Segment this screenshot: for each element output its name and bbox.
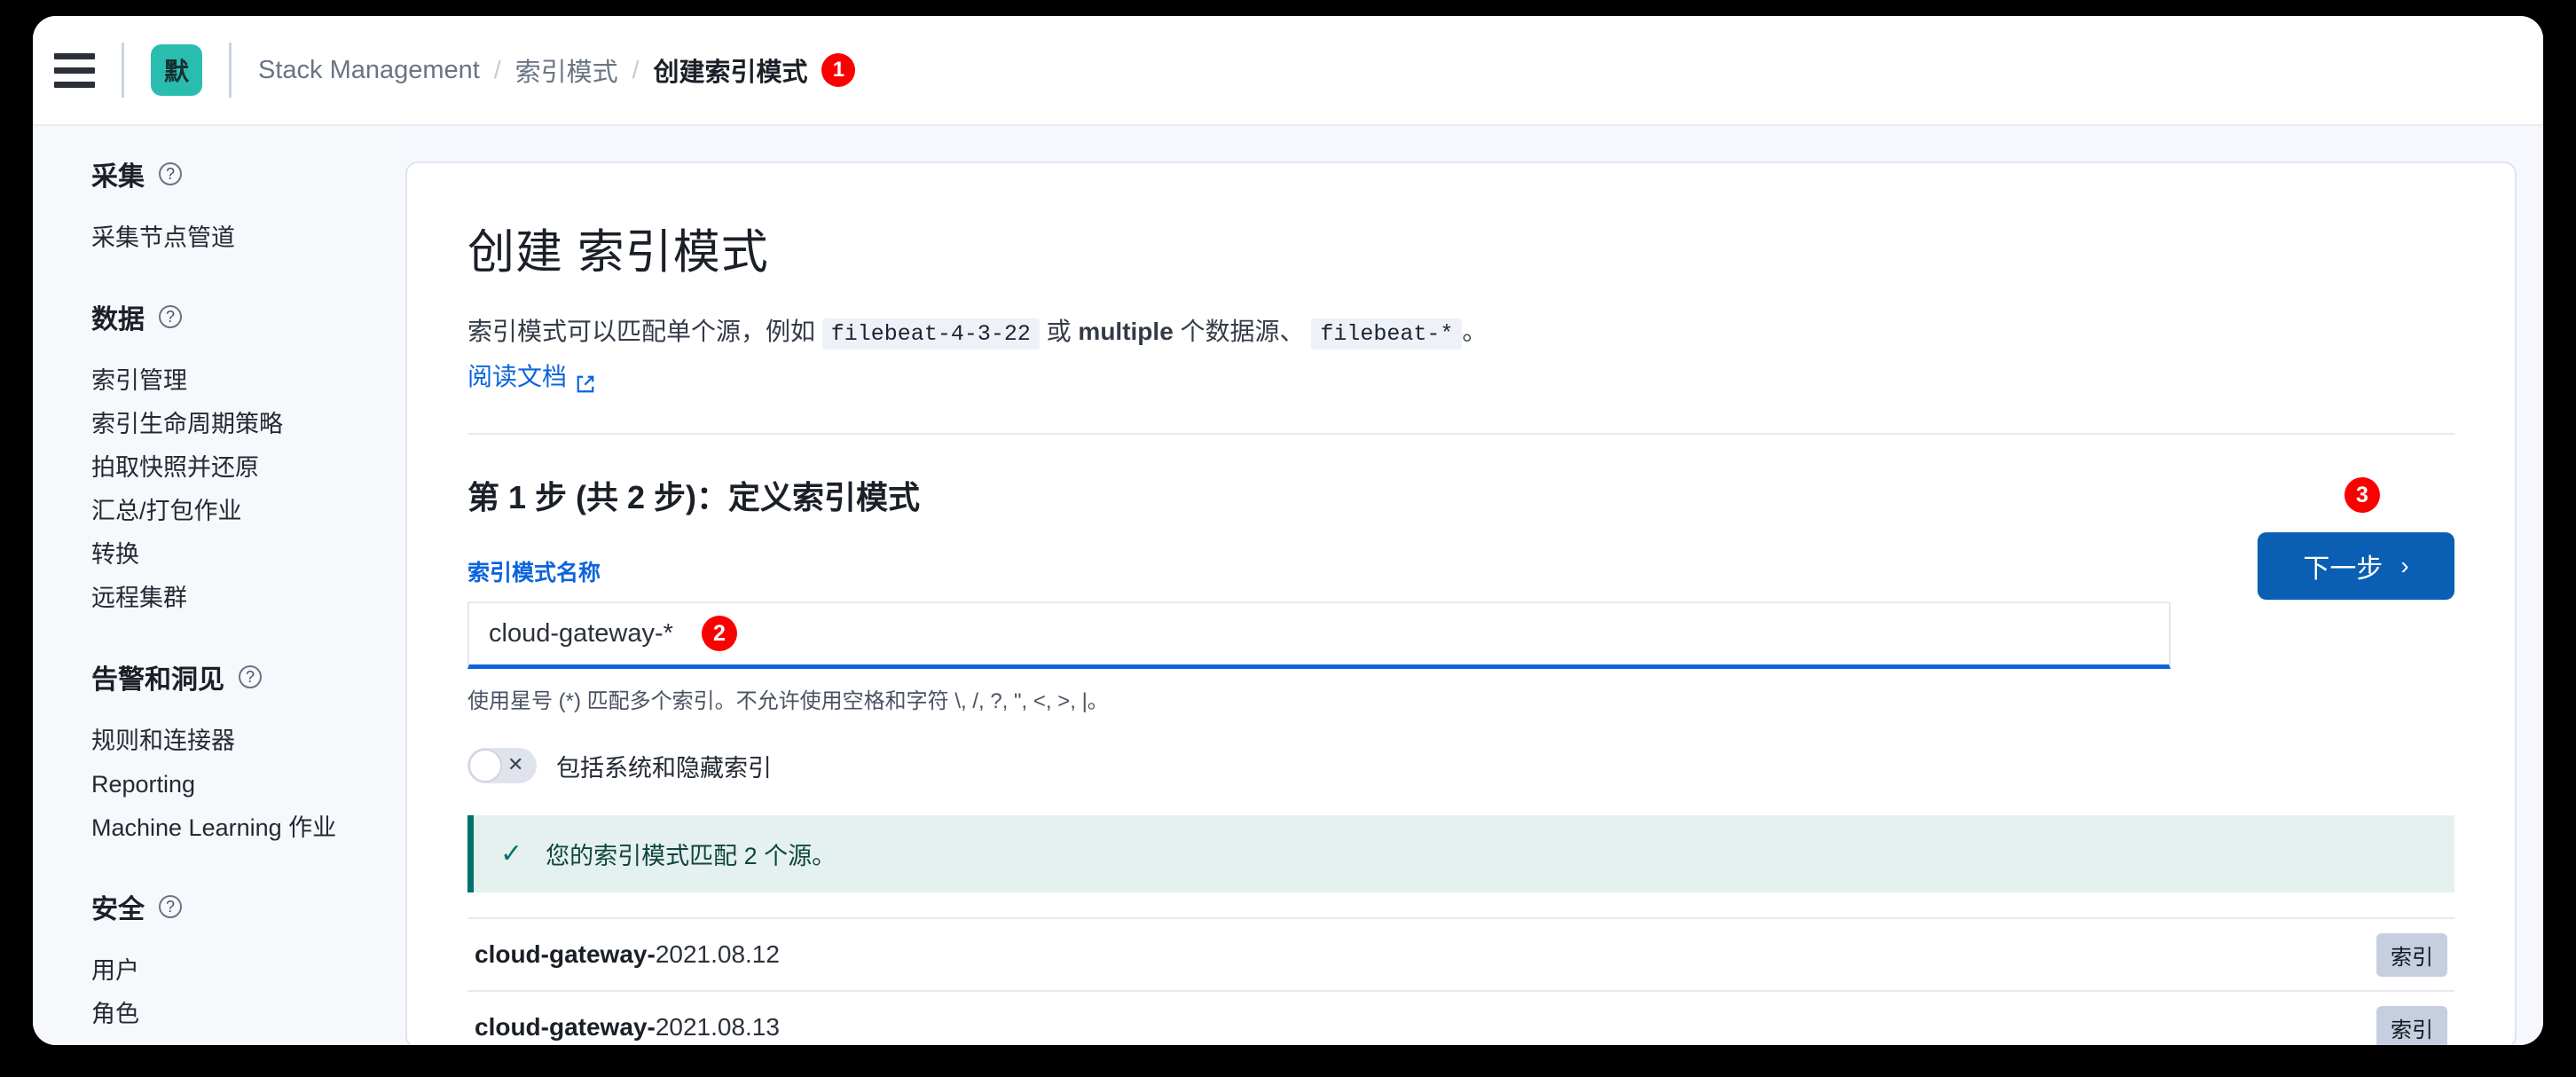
description-bold-multiple: multiple	[1078, 318, 1174, 345]
sidebar-group-alerts-and-insights: 告警和洞见 ? 规则和连接器 Reporting Machine Learnin…	[91, 657, 397, 850]
question-mark-icon[interactable]: ?	[159, 895, 182, 918]
table-row: cloud-gateway-2021.08.12 索引	[467, 917, 2454, 990]
page-title: 创建 索引模式	[467, 226, 769, 279]
example-code-2: filebeat-*	[1311, 318, 1463, 350]
read-docs-link-label: 阅读文档	[467, 362, 568, 390]
top-navigation-bar: 默 Stack Management / 索引模式 / 创建索引模式 1	[33, 16, 2543, 126]
matching-index-suffix: 2021.08.12	[655, 940, 780, 969]
sidebar-item-remote-clusters[interactable]: 远程集群	[91, 577, 397, 620]
sidebar-group-label: 采集	[91, 162, 145, 192]
include-system-indices-label: 包括系统和隐藏索引	[556, 754, 772, 782]
question-mark-icon[interactable]: ?	[159, 305, 182, 328]
matching-index-prefix: cloud-gateway-	[475, 1013, 656, 1042]
index-pattern-input-value: cloud-gateway-*	[489, 619, 673, 649]
description-text-part1: 索引模式可以匹配单个源，例如	[467, 318, 816, 345]
breadcrumb-separator: /	[493, 56, 501, 83]
index-pattern-field-column: 索引模式名称 cloud-gateway-* 2 使用星号 (*) 匹配多个索引…	[467, 518, 2171, 714]
index-pattern-field-label: 索引模式名称	[467, 561, 601, 586]
sidebar-group-label: 告警和洞见	[91, 665, 224, 695]
sidebar-item-rollup-jobs[interactable]: 汇总/打包作业	[91, 490, 397, 533]
index-pattern-help-text: 使用星号 (*) 匹配多个索引。不允许使用空格和字符 \, /, ?, ", <…	[467, 689, 1109, 714]
breadcrumb-separator: /	[632, 56, 640, 83]
hamburger-menu-icon[interactable]	[54, 52, 95, 88]
page-description: 索引模式可以匹配单个源，例如 filebeat-4-3-22 或 multipl…	[467, 312, 2454, 396]
sidebar-group-label: 数据	[91, 305, 145, 334]
hamburger-bar	[54, 52, 95, 59]
sidebar-item-machine-learning-jobs[interactable]: Machine Learning 作业	[91, 806, 397, 850]
sidebar-item-reporting[interactable]: Reporting	[91, 763, 397, 806]
breadcrumb-item-index-patterns[interactable]: 索引模式	[515, 51, 618, 89]
next-step-button[interactable]: 下一步 ›	[2258, 532, 2454, 601]
description-text-part3: 个数据源、	[1180, 318, 1305, 345]
chevron-right-icon: ›	[2400, 552, 2409, 580]
table-row: cloud-gateway-2021.08.13 索引	[467, 990, 2454, 1045]
question-mark-icon[interactable]: ?	[239, 665, 262, 688]
example-code-1: filebeat-4-3-22	[821, 318, 1040, 350]
sidebar-group-title: 数据 ?	[91, 297, 397, 336]
sidebar-group-title: 告警和洞见 ?	[91, 657, 397, 696]
matching-index-name: cloud-gateway-2021.08.13	[475, 1013, 780, 1042]
annotation-marker-1: 1	[821, 53, 856, 87]
toggle-knob	[468, 749, 502, 783]
create-index-pattern-panel: 创建 索引模式 索引模式可以匹配单个源，例如 filebeat-4-3-22 或…	[405, 161, 2517, 1045]
sidebar-item-transforms[interactable]: 转换	[91, 533, 397, 577]
sidebar-group-ingest: 采集 ? 采集节点管道	[91, 154, 397, 260]
app-body: 采集 ? 采集节点管道 数据 ? 索引管理 索引生命周期策略 拍取快照并还原 汇…	[33, 126, 2543, 1045]
index-pattern-input[interactable]: cloud-gateway-* 2	[467, 601, 2171, 670]
main-content-area: 创建 索引模式 索引模式可以匹配单个源，例如 filebeat-4-3-22 或…	[397, 126, 2543, 1045]
sidebar-item-roles[interactable]: 角色	[91, 993, 397, 1036]
external-link-icon	[576, 366, 595, 393]
sidebar-group-security: 安全 ? 用户 角色	[91, 887, 397, 1036]
hamburger-bar	[54, 81, 95, 88]
breadcrumb: Stack Management / 索引模式 / 创建索引模式 1	[258, 51, 856, 89]
next-step-button-label: 下一步	[2303, 554, 2384, 585]
sidebar-group-title: 采集 ?	[91, 154, 397, 193]
breadcrumb-item-stack-management[interactable]: Stack Management	[258, 56, 480, 85]
annotation-marker-2: 2	[702, 616, 737, 652]
status-badge: 索引	[2376, 1005, 2447, 1045]
sidebar-group-data: 数据 ? 索引管理 索引生命周期策略 拍取快照并还原 汇总/打包作业 转换 远程…	[91, 297, 397, 620]
match-success-callout: ✓ 您的索引模式匹配 2 个源。	[467, 815, 2454, 893]
include-system-indices-toggle[interactable]: ✕	[467, 748, 537, 784]
read-docs-link[interactable]: 阅读文档	[467, 358, 595, 396]
sidebar-group-title: 安全 ?	[91, 887, 397, 926]
matching-index-suffix: 2021.08.13	[655, 1013, 780, 1042]
question-mark-icon[interactable]: ?	[159, 162, 182, 185]
matching-index-prefix: cloud-gateway-	[475, 940, 656, 969]
annotation-marker-3: 3	[2344, 477, 2380, 514]
sidebar-item-snapshot-and-restore[interactable]: 拍取快照并还原	[91, 446, 397, 490]
matching-indices-list: cloud-gateway-2021.08.12 索引 cloud-gatewa…	[467, 917, 2454, 1045]
sidebar-item-index-lifecycle-policies[interactable]: 索引生命周期策略	[91, 403, 397, 446]
sidebar-item-index-management[interactable]: 索引管理	[91, 359, 397, 403]
cross-icon: ✕	[507, 753, 524, 776]
next-button-column: 3 下一步 ›	[2171, 477, 2454, 601]
include-system-indices-row: ✕ 包括系统和隐藏索引	[467, 748, 2454, 784]
app-window: 默 Stack Management / 索引模式 / 创建索引模式 1 采集 …	[33, 16, 2543, 1045]
sidebar-item-rules-and-connectors[interactable]: 规则和连接器	[91, 719, 397, 763]
hamburger-bar	[54, 67, 95, 74]
toolbar-divider	[122, 43, 124, 98]
toolbar-divider	[229, 43, 232, 98]
index-pattern-form-row: 索引模式名称 cloud-gateway-* 2 使用星号 (*) 匹配多个索引…	[467, 477, 2454, 714]
sidebar-item-ingest-node-pipelines[interactable]: 采集节点管道	[91, 216, 397, 260]
sidebar-navigation: 采集 ? 采集节点管道 数据 ? 索引管理 索引生命周期策略 拍取快照并还原 汇…	[33, 126, 397, 1045]
step-heading: 第 1 步 (共 2 步)：定义索引模式	[467, 479, 921, 516]
sidebar-item-users[interactable]: 用户	[91, 949, 397, 993]
breadcrumb-item-create-index-pattern: 创建索引模式	[653, 59, 808, 87]
check-icon: ✓	[500, 838, 523, 869]
section-divider	[467, 433, 2454, 436]
sidebar-group-label: 安全	[91, 895, 145, 924]
match-success-text: 您的索引模式匹配 2 个源。	[546, 843, 836, 870]
description-text-part2: 或	[1046, 318, 1072, 345]
matching-index-name: cloud-gateway-2021.08.12	[475, 940, 780, 969]
description-text-part4: 。	[1462, 318, 1488, 345]
status-badge: 索引	[2376, 932, 2447, 977]
space-avatar-badge[interactable]: 默	[151, 44, 202, 96]
